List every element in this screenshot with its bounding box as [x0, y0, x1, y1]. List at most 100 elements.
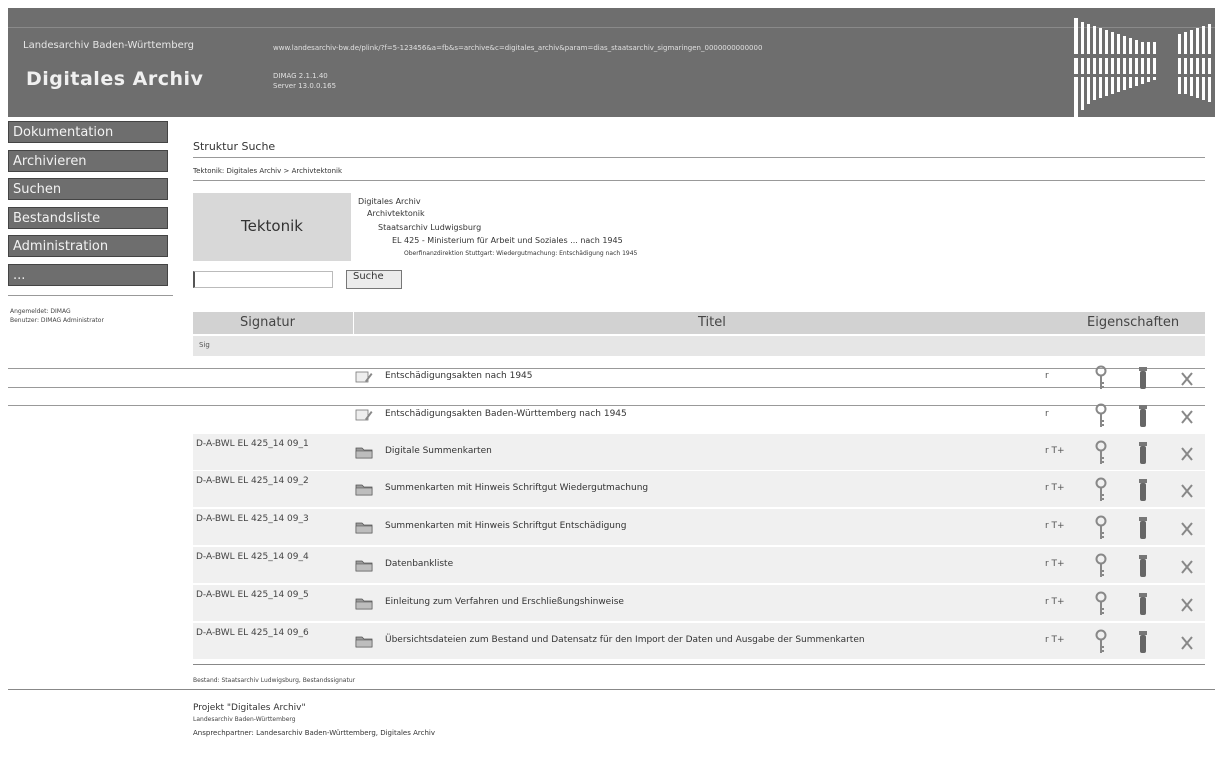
breadcrumb: Tektonik: Digitales Archiv > Archivtekto…	[193, 167, 343, 175]
folder-icon	[355, 557, 373, 572]
edit-document-icon	[355, 407, 373, 421]
row-title-link[interactable]: Einleitung zum Verfahren und Erschließun…	[385, 597, 624, 607]
tube-icon[interactable]	[1135, 440, 1151, 466]
row-flags: r T+	[1045, 446, 1065, 456]
close-icon[interactable]	[1179, 629, 1195, 655]
row-title-link[interactable]: Entschädigungsakten Baden-Württemberg na…	[385, 409, 627, 419]
key-icon[interactable]	[1093, 365, 1109, 391]
tektonik-panel: Tektonik	[193, 193, 351, 261]
tube-icon[interactable]	[1135, 515, 1151, 541]
tree-node-tektonik[interactable]: Archivtektonik	[367, 209, 425, 218]
close-icon[interactable]	[1179, 515, 1195, 541]
sidebar-divider	[8, 295, 173, 296]
row-title-link[interactable]: Summenkarten mit Hinweis Schriftgut Wied…	[385, 483, 648, 493]
table-row[interactable]: Entschädigungsakten nach 1945 r	[193, 359, 1205, 395]
tree-node-current[interactable]: Oberfinanzdirektion Stuttgart: Wiedergut…	[404, 250, 637, 257]
header-url: www.landesarchiv-bw.de/plink/?f=5-123456…	[273, 44, 763, 52]
row-signatur: D-A-BWL EL 425_14 09_3	[196, 514, 309, 524]
key-icon[interactable]	[1093, 477, 1109, 503]
row-signatur: D-A-BWL EL 425_14 09_6	[196, 628, 309, 638]
app-title: Digitales Archiv	[26, 68, 204, 90]
server-info: Server 13.0.0.165	[273, 82, 337, 90]
table-subheader: Sig	[193, 336, 1205, 356]
row-title-link[interactable]: Digitale Summenkarten	[385, 446, 492, 456]
close-icon[interactable]	[1179, 365, 1195, 391]
tube-icon[interactable]	[1135, 477, 1151, 503]
version-info: DIMAG 2.1.1.40	[273, 72, 328, 80]
nav-administration[interactable]: Administration	[8, 235, 168, 257]
row-signatur: D-A-BWL EL 425_14 09_1	[196, 439, 309, 449]
key-icon[interactable]	[1093, 515, 1109, 541]
close-icon[interactable]	[1179, 440, 1195, 466]
column-titel[interactable]: Titel	[698, 315, 726, 330]
key-icon[interactable]	[1093, 553, 1109, 579]
project-title: Projekt "Digitales Archiv"	[193, 703, 306, 713]
tree-node-bestand[interactable]: EL 425 - Ministerium für Arbeit und Sozi…	[392, 236, 623, 245]
nav-dokumentation[interactable]: Dokumentation	[8, 121, 168, 143]
row-signatur: D-A-BWL EL 425_14 09_5	[196, 590, 309, 600]
nav-bestandsliste[interactable]: Bestandsliste	[8, 207, 168, 229]
organization-name: Landesarchiv Baden-Württemberg	[23, 40, 195, 51]
folder-icon	[355, 444, 373, 459]
user-info: Benutzer: DIMAG Administrator	[10, 317, 104, 324]
row-flags: r T+	[1045, 635, 1065, 645]
tube-icon[interactable]	[1135, 403, 1151, 429]
footer-divider	[8, 689, 1215, 690]
tektonik-label: Tektonik	[241, 217, 303, 235]
folder-icon	[355, 519, 373, 534]
table-row[interactable]: D-A-BWL EL 425_14 09_4 Datenbankliste r T+	[193, 547, 1205, 583]
row-flags: r T+	[1045, 559, 1065, 569]
login-info: Angemeldet: DIMAG	[10, 308, 71, 315]
table-row[interactable]: D-A-BWL EL 425_14 09_5 Einleitung zum Ver…	[193, 585, 1205, 621]
nav-archivieren[interactable]: Archivieren	[8, 150, 168, 172]
table-bottom-divider	[193, 664, 1205, 665]
close-icon[interactable]	[1179, 403, 1195, 429]
close-icon[interactable]	[1179, 553, 1195, 579]
table-header: Signatur Titel Eigenschaften	[193, 312, 1205, 334]
table-row[interactable]: D-A-BWL EL 425_14 09_1 Digitale Summenkar…	[193, 434, 1205, 470]
table-row[interactable]: D-A-BWL EL 425_14 09_3 Summenkarten mit H…	[193, 509, 1205, 545]
row-title-link[interactable]: Übersichtsdateien zum Bestand und Datens…	[385, 635, 865, 645]
key-icon[interactable]	[1093, 629, 1109, 655]
folder-icon	[355, 633, 373, 648]
row-flags: r T+	[1045, 483, 1065, 493]
tube-icon[interactable]	[1135, 591, 1151, 617]
page-title: Struktur Suche	[193, 140, 276, 153]
row-flags: r T+	[1045, 521, 1065, 531]
row-flags: r T+	[1045, 597, 1065, 607]
tube-icon[interactable]	[1135, 365, 1151, 391]
key-icon[interactable]	[1093, 591, 1109, 617]
app-header: Landesarchiv Baden-Württemberg Digitales…	[8, 8, 1215, 118]
project-org: Landesarchiv Baden-Württemberg	[193, 716, 296, 723]
edit-document-icon	[355, 369, 373, 383]
table-footnote: Bestand: Staatsarchiv Ludwigsburg, Besta…	[193, 677, 356, 684]
subheader-label: Sig	[199, 341, 210, 349]
tube-icon[interactable]	[1135, 553, 1151, 579]
row-title-link[interactable]: Summenkarten mit Hinweis Schriftgut Ents…	[385, 521, 626, 531]
nav-more[interactable]: ...	[8, 264, 168, 286]
row-flags: r	[1045, 371, 1049, 381]
table-row[interactable]: D-A-BWL EL 425_14 09_6 Übersichtsdateien …	[193, 623, 1205, 659]
column-signatur[interactable]: Signatur	[240, 315, 295, 330]
title-divider	[193, 157, 1205, 158]
header-divider	[8, 27, 1215, 28]
row-signatur: D-A-BWL EL 425_14 09_2	[196, 476, 309, 486]
breadcrumb-divider	[193, 180, 1205, 181]
tree-node-root[interactable]: Digitales Archiv	[358, 197, 421, 206]
column-eigenschaften: Eigenschaften	[1087, 315, 1180, 330]
close-icon[interactable]	[1179, 477, 1195, 503]
key-icon[interactable]	[1093, 440, 1109, 466]
table-row[interactable]: Entschädigungsakten Baden-Württemberg na…	[193, 397, 1205, 433]
search-input[interactable]	[193, 271, 333, 288]
tree-node-staatsarchiv[interactable]: Staatsarchiv Ludwigsburg	[378, 223, 481, 232]
nav-suchen[interactable]: Suchen	[8, 178, 168, 200]
close-icon[interactable]	[1179, 591, 1195, 617]
key-icon[interactable]	[1093, 403, 1109, 429]
project-contact: Ansprechpartner: Landesarchiv Baden-Würt…	[193, 729, 435, 737]
tube-icon[interactable]	[1135, 629, 1151, 655]
row-title-link[interactable]: Entschädigungsakten nach 1945	[385, 371, 533, 381]
row-title-link[interactable]: Datenbankliste	[385, 559, 453, 569]
archive-logo-icon	[1066, 18, 1215, 118]
table-row[interactable]: D-A-BWL EL 425_14 09_2 Summenkarten mit H…	[193, 471, 1205, 507]
search-button[interactable]: Suche	[346, 270, 402, 289]
